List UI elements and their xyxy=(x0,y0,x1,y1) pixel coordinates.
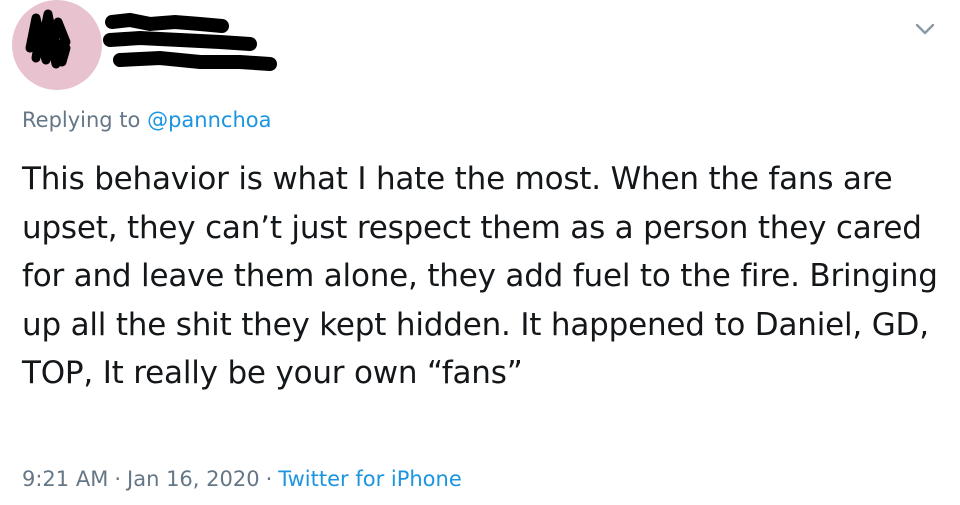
chevron-down-icon[interactable] xyxy=(908,14,942,44)
tweet-time[interactable]: 9:21 AM xyxy=(22,467,108,491)
meta-separator: · xyxy=(114,467,122,491)
meta-separator-2: · xyxy=(265,467,273,491)
avatar-redaction xyxy=(25,9,71,69)
tweet-card: Replying to @pannchoa This behavior is w… xyxy=(0,0,960,505)
replying-to: Replying to @pannchoa xyxy=(22,106,271,134)
tweet-date[interactable]: Jan 16, 2020 xyxy=(127,467,260,491)
reply-handle-link[interactable]: @pannchoa xyxy=(147,108,271,132)
tweet-text: This behavior is what I hate the most. W… xyxy=(22,161,938,391)
replying-prefix: Replying to xyxy=(22,108,141,132)
username-redaction xyxy=(103,12,277,71)
avatar[interactable] xyxy=(12,0,102,90)
tweet-meta: 9:21 AM · Jan 16, 2020 · Twitter for iPhone xyxy=(22,465,462,493)
tweet-source-link[interactable]: Twitter for iPhone xyxy=(278,467,462,491)
